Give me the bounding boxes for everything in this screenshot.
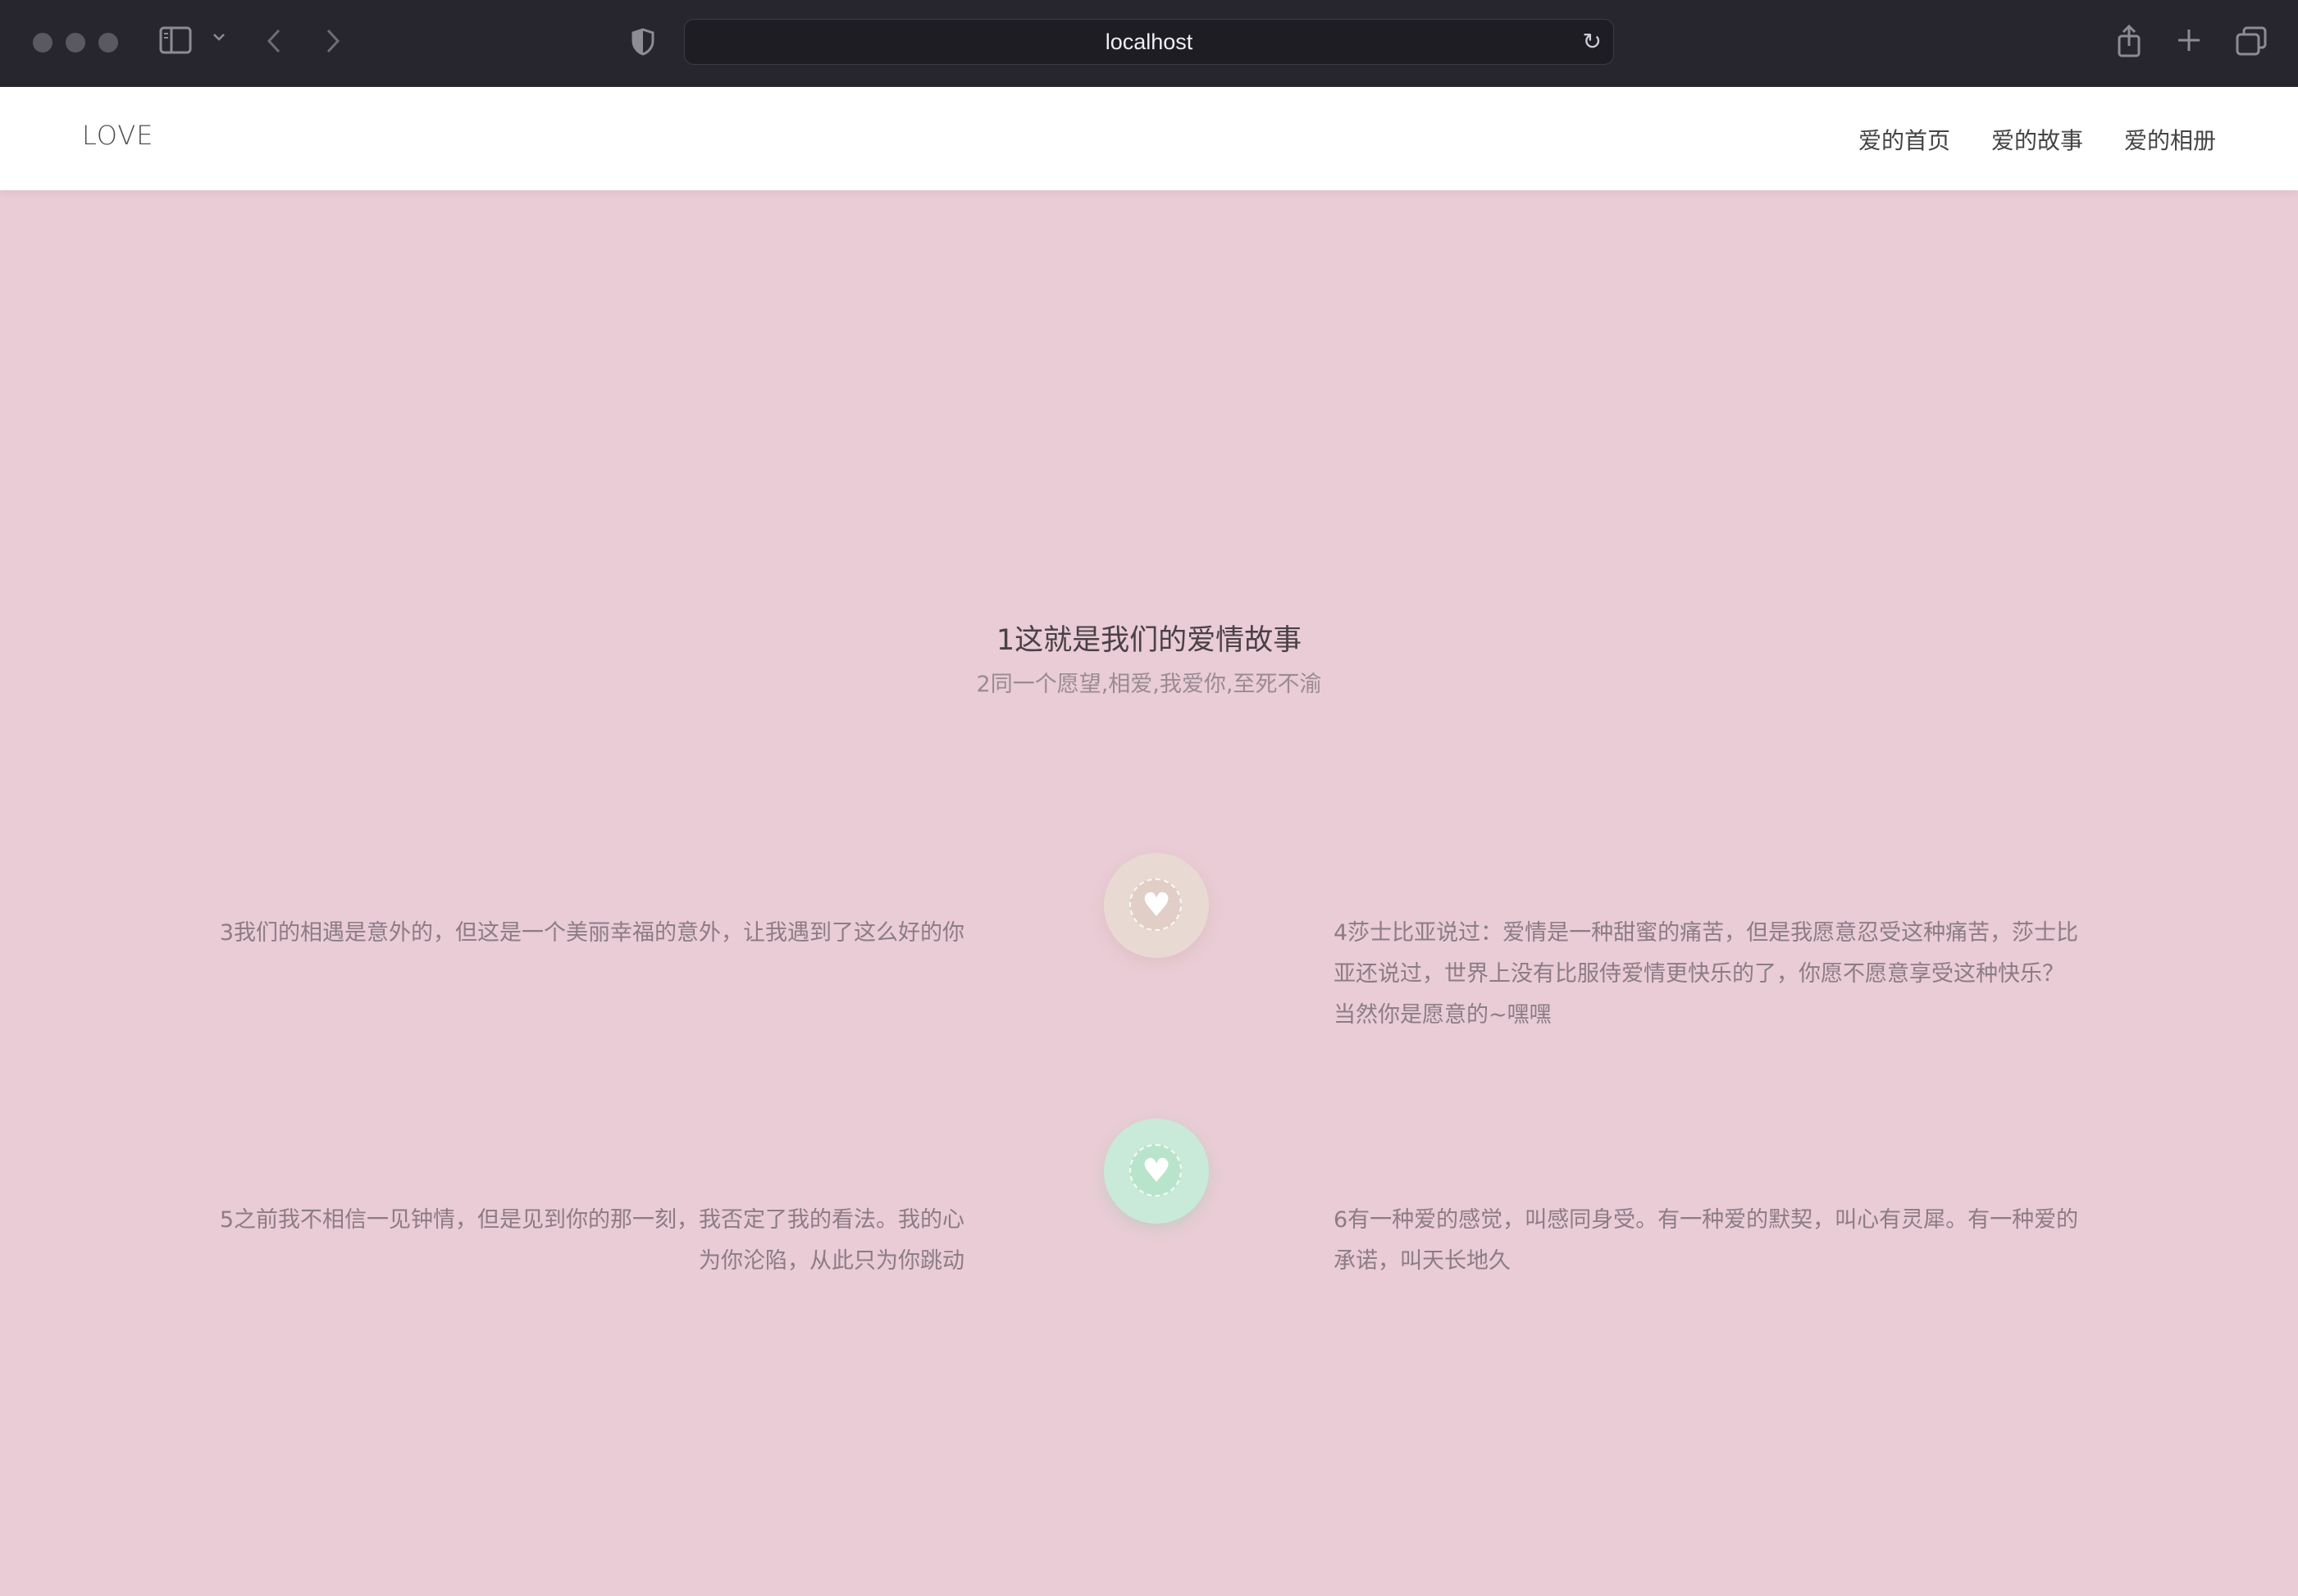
heart-icon: ♥: [1142, 887, 1171, 924]
heart-icon: ♥: [1142, 1152, 1171, 1190]
page-title: 1这就是我们的爱情故事: [996, 624, 1302, 657]
share-icon[interactable]: [2116, 24, 2142, 61]
shield-icon[interactable]: [631, 28, 654, 59]
page-subtitle: 2同一个愿望,相爱,我爱你,至死不渝: [976, 672, 1322, 697]
story-text-5: 5之前我不相信一见钟情，但是见到你的那一刻，我否定了我的看法。我的心为你沦陷，从…: [219, 1207, 964, 1274]
close-window-button[interactable]: [33, 33, 52, 52]
nav-home-link[interactable]: 爱的首页: [1858, 123, 1950, 156]
new-tab-icon[interactable]: [2177, 28, 2201, 56]
story-text-6: 6有一种爱的感觉，叫感同身受。有一种爱的默契，叫心有灵犀。有一种爱的承诺，叫天长…: [1334, 1207, 2079, 1274]
story-text-4: 4莎士比亚说过：爱情是一种甜蜜的痛苦，但是我愿意忍受这种痛苦，莎士比亚还说过，世…: [1334, 920, 2079, 1028]
minimize-window-button[interactable]: [66, 33, 85, 52]
nav-story-link[interactable]: 爱的故事: [1991, 123, 2083, 156]
nav-album-link[interactable]: 爱的相册: [2124, 123, 2216, 156]
main-nav: 爱的首页 爱的故事 爱的相册: [1858, 123, 2216, 156]
url-text: localhost: [1105, 30, 1193, 54]
story-text-3: 3我们的相遇是意外的，但这是一个美丽幸福的意外，让我遇到了这么好的你: [219, 920, 964, 946]
timeline-badge-2: ♥: [1104, 1119, 1209, 1224]
forward-icon[interactable]: [325, 28, 341, 57]
zoom-window-button[interactable]: [98, 33, 118, 52]
reload-icon[interactable]: ↻: [1583, 28, 1602, 55]
sidebar-icon[interactable]: [159, 26, 192, 57]
timeline-badge-1: ♥: [1104, 853, 1209, 958]
site-header: LOVE 爱的首页 爱的故事 爱的相册: [0, 87, 2298, 190]
browser-toolbar: localhost ↻: [0, 0, 2298, 88]
site-logo[interactable]: LOVE: [82, 120, 153, 151]
back-icon[interactable]: [266, 28, 282, 57]
chevron-down-icon[interactable]: [212, 30, 226, 48]
address-bar[interactable]: localhost ↻: [684, 19, 1614, 65]
tabs-overview-icon[interactable]: [2236, 26, 2267, 59]
